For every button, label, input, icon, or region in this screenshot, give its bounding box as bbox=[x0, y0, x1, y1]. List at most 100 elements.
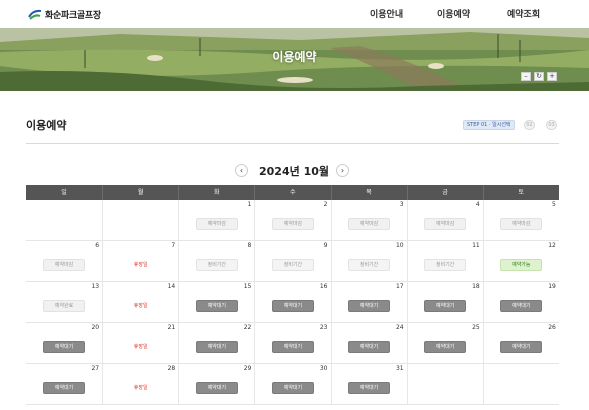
calendar-day-cell[interactable]: 22 예약대기 bbox=[178, 323, 254, 363]
calendar-day-cell[interactable]: 31 예약대기 bbox=[330, 364, 407, 404]
day-status-wait[interactable]: 예약대기 bbox=[195, 341, 238, 353]
day-status-avail[interactable]: 예약가능 bbox=[500, 259, 543, 271]
month-label: 2024년 10월 bbox=[259, 165, 329, 178]
calendar-day-cell bbox=[482, 364, 559, 404]
calendar-day-cell[interactable]: 20 예약대기 bbox=[26, 323, 102, 363]
calendar-day-cell: 7 휴장일 bbox=[102, 241, 178, 281]
day-status-wait[interactable]: 예약대기 bbox=[424, 341, 467, 353]
calendar-day-cell: 3 예약마감 bbox=[330, 200, 407, 240]
nav-reservation-lookup[interactable]: 예약조회 bbox=[507, 7, 540, 20]
day-status-holiday: 휴장일 bbox=[119, 341, 162, 353]
day-number: 27 bbox=[91, 365, 100, 372]
day-status-done: 예약완료 bbox=[43, 300, 86, 312]
day-status-maint: 정비기간 bbox=[195, 259, 238, 271]
calendar-day-cell[interactable]: 12 예약가능 bbox=[482, 241, 559, 281]
day-status-wait[interactable]: 예약대기 bbox=[195, 382, 238, 394]
day-number: 23 bbox=[319, 324, 328, 331]
day-number: 15 bbox=[243, 283, 252, 290]
day-number: 21 bbox=[167, 324, 176, 331]
calendar-day-cell[interactable]: 18 예약대기 bbox=[406, 282, 483, 322]
logo-mark-icon bbox=[28, 9, 42, 20]
nav-usage-guide[interactable]: 이용안내 bbox=[370, 7, 403, 20]
calendar-day-cell[interactable]: 26 예약대기 bbox=[482, 323, 559, 363]
day-number: 20 bbox=[91, 324, 100, 331]
day-number: 29 bbox=[243, 365, 252, 372]
day-status-closed: 예약마감 bbox=[195, 218, 238, 230]
calendar-day-cell: 9 정비기간 bbox=[254, 241, 330, 281]
calendar-day-cell: 11 정비기간 bbox=[406, 241, 483, 281]
zoom-out-button[interactable]: – bbox=[521, 72, 531, 81]
day-status-wait[interactable]: 예약대기 bbox=[348, 341, 391, 353]
calendar-day-cell: 8 정비기간 bbox=[178, 241, 254, 281]
calendar-day-cell[interactable]: 30 예약대기 bbox=[254, 364, 330, 404]
day-status-wait[interactable]: 예약대기 bbox=[43, 382, 86, 394]
day-status-wait[interactable]: 예약대기 bbox=[43, 341, 86, 353]
day-number: 13 bbox=[91, 283, 100, 290]
day-status-wait[interactable]: 예약대기 bbox=[348, 382, 391, 394]
day-number: 10 bbox=[395, 242, 404, 249]
day-number: 22 bbox=[243, 324, 252, 331]
day-status-wait[interactable]: 예약대기 bbox=[271, 300, 314, 312]
day-status-closed: 예약마감 bbox=[500, 218, 543, 230]
day-status-wait[interactable]: 예약대기 bbox=[348, 300, 391, 312]
day-status-wait[interactable]: 예약대기 bbox=[500, 300, 543, 312]
day-number: 2 bbox=[323, 201, 328, 208]
weekday-label: 월 bbox=[102, 185, 178, 200]
nav-reservation[interactable]: 이용예약 bbox=[437, 7, 470, 20]
day-number: 17 bbox=[395, 283, 404, 290]
prev-month-button[interactable]: ‹ bbox=[235, 164, 248, 177]
day-number: 4 bbox=[475, 201, 480, 208]
calendar-day-cell bbox=[102, 200, 178, 240]
calendar-day-cell: 2 예약마감 bbox=[254, 200, 330, 240]
zoom-in-button[interactable]: + bbox=[547, 72, 557, 81]
next-month-button[interactable]: › bbox=[336, 164, 349, 177]
day-number: 26 bbox=[548, 324, 556, 331]
calendar-day-cell: 14 휴장일 bbox=[102, 282, 178, 322]
calendar-day-cell: 21 휴장일 bbox=[102, 323, 178, 363]
weekday-label: 금 bbox=[406, 185, 483, 200]
calendar-day-cell[interactable]: 25 예약대기 bbox=[406, 323, 483, 363]
weekday-header: 일 월화수목금토 bbox=[26, 185, 559, 200]
day-status-wait[interactable]: 예약대기 bbox=[271, 382, 314, 394]
day-number: 8 bbox=[247, 242, 252, 249]
day-number: 3 bbox=[399, 201, 404, 208]
calendar-day-cell[interactable]: 15 예약대기 bbox=[178, 282, 254, 322]
calendar-day-cell[interactable]: 29 예약대기 bbox=[178, 364, 254, 404]
calendar-week-row: 1 예약마감 2 예약마감 3 예약마감 4 예약마감 5 예약마감 bbox=[26, 200, 559, 241]
day-number: 19 bbox=[548, 283, 556, 290]
day-number: 25 bbox=[472, 324, 480, 331]
day-status-wait[interactable]: 예약대기 bbox=[271, 341, 314, 353]
day-status-wait[interactable]: 예약대기 bbox=[500, 341, 543, 353]
day-number: 5 bbox=[552, 201, 556, 208]
calendar-day-cell[interactable]: 16 예약대기 bbox=[254, 282, 330, 322]
day-status-wait[interactable]: 예약대기 bbox=[424, 300, 467, 312]
weekday-label: 화 bbox=[178, 185, 254, 200]
calendar-day-cell: 1 예약마감 bbox=[178, 200, 254, 240]
calendar-day-cell[interactable]: 19 예약대기 bbox=[482, 282, 559, 322]
day-status-maint: 정비기간 bbox=[424, 259, 467, 271]
calendar-day-cell: 5 예약마감 bbox=[482, 200, 559, 240]
site-logo[interactable]: 화순파크골프장 bbox=[28, 6, 101, 22]
day-status-holiday: 휴장일 bbox=[119, 382, 162, 394]
day-number: 11 bbox=[472, 242, 480, 249]
calendar-grid: 일 월화수목금토 1 예약마감 2 예약마감 3 예약마감 4 예약마감 5 예약마감 6 예약마감 7 휴… bbox=[26, 185, 559, 405]
calendar-day-cell[interactable]: 24 예약대기 bbox=[330, 323, 407, 363]
calendar-day-cell: 13 예약완료 bbox=[26, 282, 102, 322]
title-divider bbox=[26, 143, 559, 144]
day-status-wait[interactable]: 예약대기 bbox=[195, 300, 238, 312]
day-number: 9 bbox=[323, 242, 328, 249]
day-status-holiday: 휴장일 bbox=[119, 300, 162, 312]
weekday-label: 일 bbox=[61, 189, 67, 196]
step-circle-2: 02 bbox=[524, 120, 535, 130]
refresh-icon[interactable]: ↻ bbox=[534, 72, 544, 81]
calendar-day-cell[interactable]: 17 예약대기 bbox=[330, 282, 407, 322]
calendar-day-cell: 28 휴장일 bbox=[102, 364, 178, 404]
day-status-maint: 정비기간 bbox=[348, 259, 391, 271]
step-circle-3: 03 bbox=[546, 120, 557, 130]
calendar-day-cell[interactable]: 23 예약대기 bbox=[254, 323, 330, 363]
calendar-day-cell[interactable]: 27 예약대기 bbox=[26, 364, 102, 404]
day-status-maint: 정비기간 bbox=[271, 259, 314, 271]
day-status-closed: 예약마감 bbox=[43, 259, 86, 271]
step-badge-current: STEP 01 · 일시선택 bbox=[463, 120, 515, 130]
calendar-week-row: 6 예약마감 7 휴장일 8 정비기간 9 정비기간 10 정비기간 11 정비기간 12 예약가능 bbox=[26, 241, 559, 282]
